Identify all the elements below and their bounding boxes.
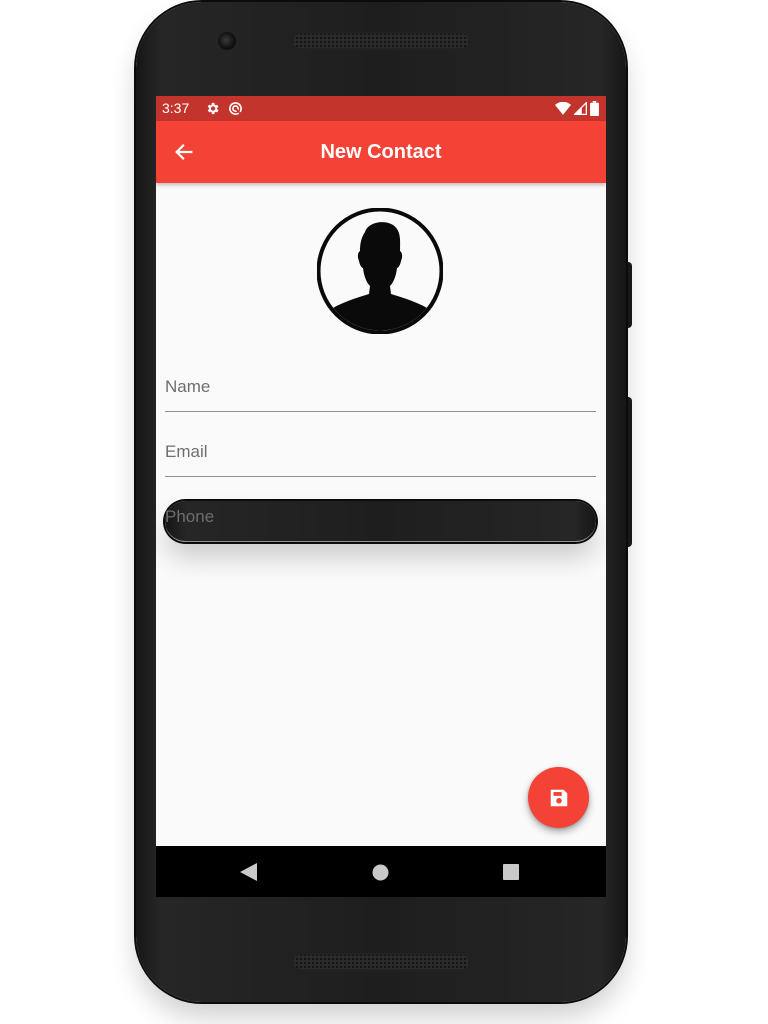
- battery-icon: [590, 101, 599, 116]
- app-bar: New Contact: [156, 121, 606, 183]
- nav-home-icon[interactable]: [372, 864, 389, 881]
- email-field[interactable]: [165, 436, 596, 477]
- front-camera: [218, 32, 236, 50]
- nav-back-icon[interactable]: [240, 863, 257, 881]
- device-frame: 3:37 New Contact Name Email Phone: [0, 0, 768, 1024]
- email-input[interactable]: [165, 442, 596, 462]
- phone-field[interactable]: [165, 501, 596, 542]
- save-icon: [550, 789, 567, 806]
- top-speaker: [291, 32, 471, 50]
- bottom-speaker: [291, 953, 471, 971]
- name-field[interactable]: [165, 371, 596, 412]
- status-bar: 3:37: [156, 96, 606, 121]
- gear-icon: [207, 102, 219, 115]
- page-title: New Contact: [320, 141, 442, 163]
- status-time: 3:37: [162, 100, 190, 116]
- name-input[interactable]: [165, 377, 596, 397]
- signal-icon: [574, 102, 587, 115]
- status-icons-right: [555, 101, 599, 116]
- system-nav-bar: [156, 846, 606, 897]
- phone-screen: 3:37 New Contact Name Email Phone: [156, 96, 606, 897]
- save-button[interactable]: [528, 767, 589, 828]
- nav-recents-icon[interactable]: [503, 864, 519, 880]
- sync-icon: [229, 102, 242, 115]
- phone-input[interactable]: [165, 507, 596, 527]
- wifi-icon: [555, 102, 571, 115]
- person-silhouette-icon[interactable]: [317, 208, 443, 334]
